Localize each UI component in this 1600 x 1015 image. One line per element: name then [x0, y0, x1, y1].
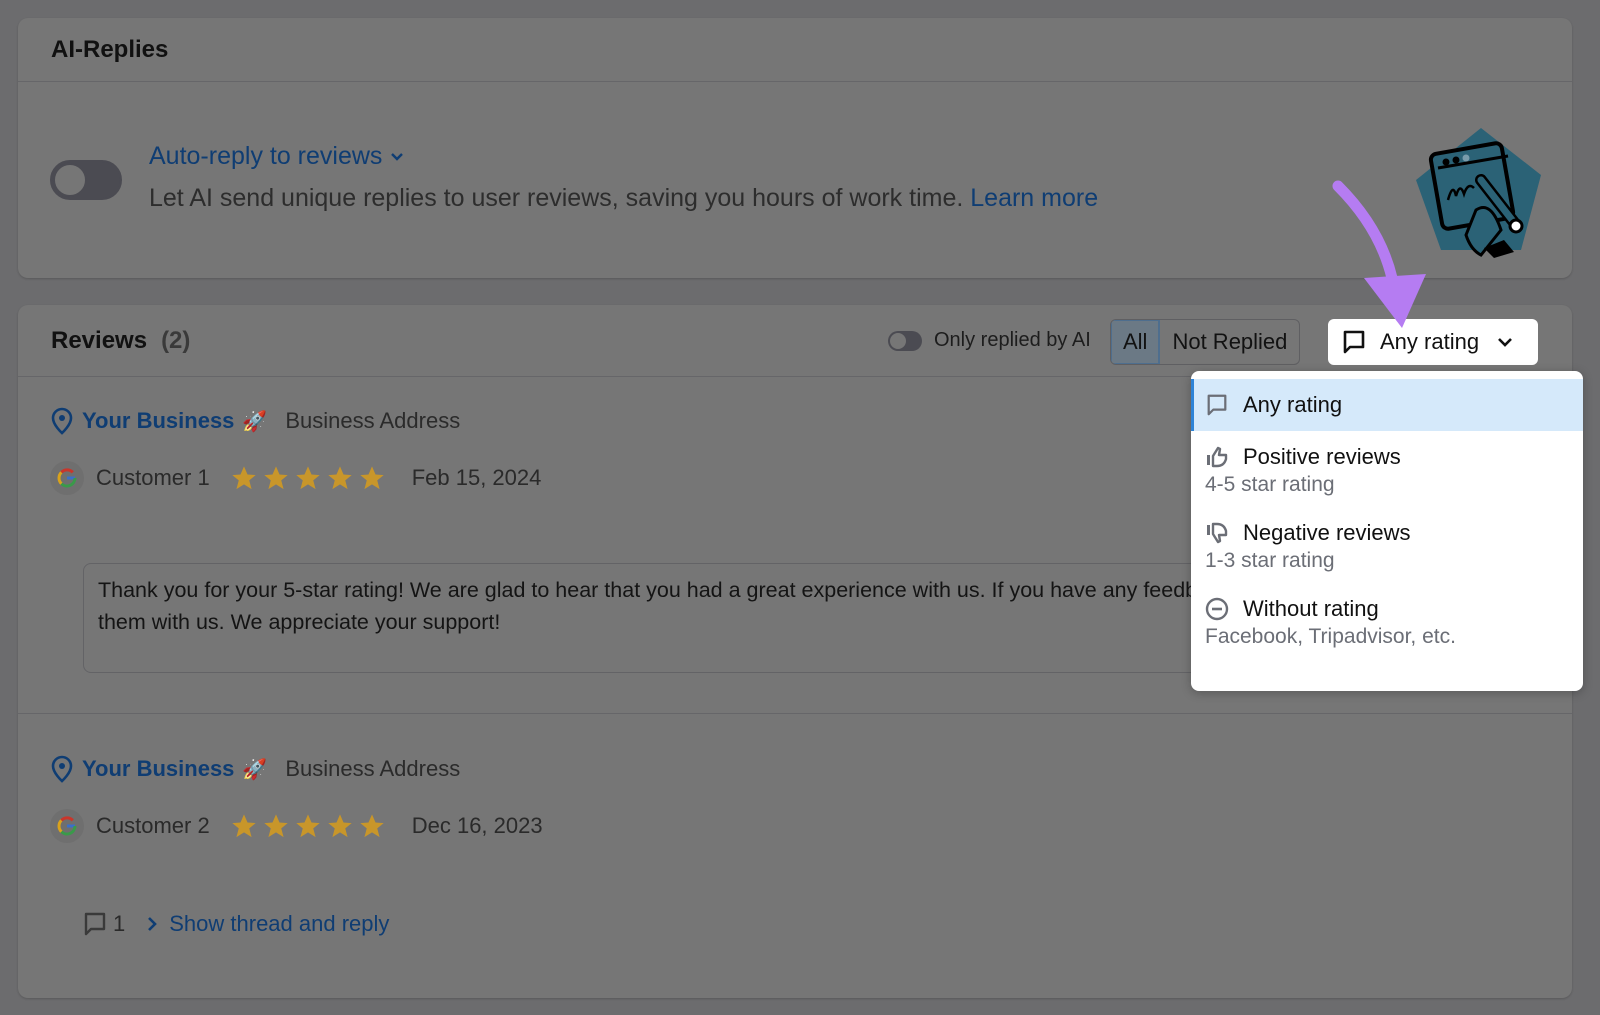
business-name-link[interactable]: Your Business: [82, 408, 234, 434]
star-icon: [232, 466, 256, 490]
reviews-title: Reviews: [51, 326, 148, 354]
location-pin-icon: [51, 407, 73, 435]
auto-reply-description-text: Let AI send unique replies to user revie…: [149, 184, 964, 212]
google-icon: [50, 461, 84, 495]
business-address: Business Address: [285, 408, 461, 433]
ai-replies-title: AI-Replies: [51, 35, 169, 63]
filter-not-replied-button[interactable]: Not Replied: [1160, 320, 1299, 364]
business-name-link[interactable]: Your Business: [82, 756, 234, 782]
toggle-knob: [53, 163, 87, 197]
business-address: Business Address: [285, 756, 461, 781]
review-date: Dec 16, 2023: [411, 813, 543, 838]
chevron-down-icon: [391, 152, 404, 161]
show-thread-label: Show thread and reply: [169, 911, 390, 936]
dropdown-option-negative[interactable]: Negative reviews 1-3 star rating: [1191, 507, 1583, 583]
option-sublabel: 4-5 star rating: [1205, 473, 1335, 496]
rating-dropdown-menu: Any rating Positive reviews 4-5 star rat…: [1191, 371, 1583, 691]
dropdown-option-any-rating[interactable]: Any rating: [1191, 379, 1583, 431]
show-thread-link[interactable]: Show thread and reply: [147, 911, 389, 937]
learn-more-link[interactable]: Learn more: [970, 184, 1098, 212]
minus-circle-icon: [1205, 597, 1229, 621]
auto-reply-label: Auto-reply to reviews: [149, 142, 383, 170]
comment-icon: [1207, 394, 1227, 416]
star-icon: [328, 814, 352, 838]
dropdown-option-without-rating[interactable]: Without rating Facebook, Tripadvisor, et…: [1191, 583, 1583, 659]
star-rating: [230, 464, 386, 492]
business-row: Your Business 🚀 Business Address: [50, 407, 460, 435]
auto-reply-description: Let AI send unique replies to user revie…: [149, 184, 1098, 213]
rocket-icon: 🚀: [242, 410, 268, 433]
star-icon: [296, 466, 320, 490]
option-label: Positive reviews: [1243, 444, 1401, 469]
option-label: Without rating: [1243, 596, 1379, 621]
only-replied-by-ai-toggle[interactable]: [888, 331, 922, 351]
star-icon: [360, 466, 384, 490]
ai-replies-header: AI-Replies: [18, 18, 1572, 82]
review-date: Feb 15, 2024: [411, 465, 542, 490]
thread-row: 1 Show thread and reply: [83, 911, 389, 937]
only-replied-by-ai-label: Only replied by AI: [934, 329, 1091, 351]
auto-reply-toggle[interactable]: [50, 160, 122, 200]
thumbs-down-icon: [1207, 522, 1228, 544]
star-icon: [360, 814, 384, 838]
google-icon: [50, 809, 84, 843]
customer-row: Customer 2 Dec 16, 2023: [50, 809, 543, 843]
reply-filter-segmented-control: All Not Replied: [1110, 319, 1301, 365]
annotation-arrow: [1332, 180, 1426, 328]
thumbs-up-icon: [1207, 446, 1228, 468]
rating-filter-value: Any rating: [1380, 329, 1480, 354]
comment-icon: [1343, 330, 1365, 354]
star-icon: [264, 814, 288, 838]
location-pin-icon: [51, 755, 73, 783]
option-sublabel: 1-3 star rating: [1205, 549, 1335, 572]
star-rating: [230, 812, 386, 840]
auto-reply-dropdown-link[interactable]: Auto-reply to reviews: [149, 142, 404, 171]
thread-count: 1: [113, 911, 126, 936]
comment-icon: [84, 912, 106, 936]
rocket-icon: 🚀: [242, 758, 268, 781]
chevron-right-icon: [148, 917, 158, 931]
toggle-knob: [890, 333, 906, 349]
review-divider: [18, 713, 1572, 714]
business-row: Your Business 🚀 Business Address: [50, 755, 460, 783]
filter-all-button[interactable]: All: [1111, 320, 1161, 364]
dropdown-option-positive[interactable]: Positive reviews 4-5 star rating: [1191, 431, 1583, 507]
option-label: Negative reviews: [1243, 520, 1411, 545]
option-label: Any rating: [1243, 392, 1343, 417]
star-icon: [232, 814, 256, 838]
star-icon: [264, 466, 288, 490]
option-sublabel: Facebook, Tripadvisor, etc.: [1205, 625, 1456, 648]
customer-name: Customer 1: [96, 465, 210, 490]
star-icon: [296, 814, 320, 838]
customer-name: Customer 2: [96, 813, 210, 838]
customer-row: Customer 1 Feb 15, 2024: [50, 461, 541, 495]
chevron-down-icon: [1498, 338, 1512, 347]
star-icon: [328, 466, 352, 490]
reviews-count: (2): [161, 326, 191, 354]
